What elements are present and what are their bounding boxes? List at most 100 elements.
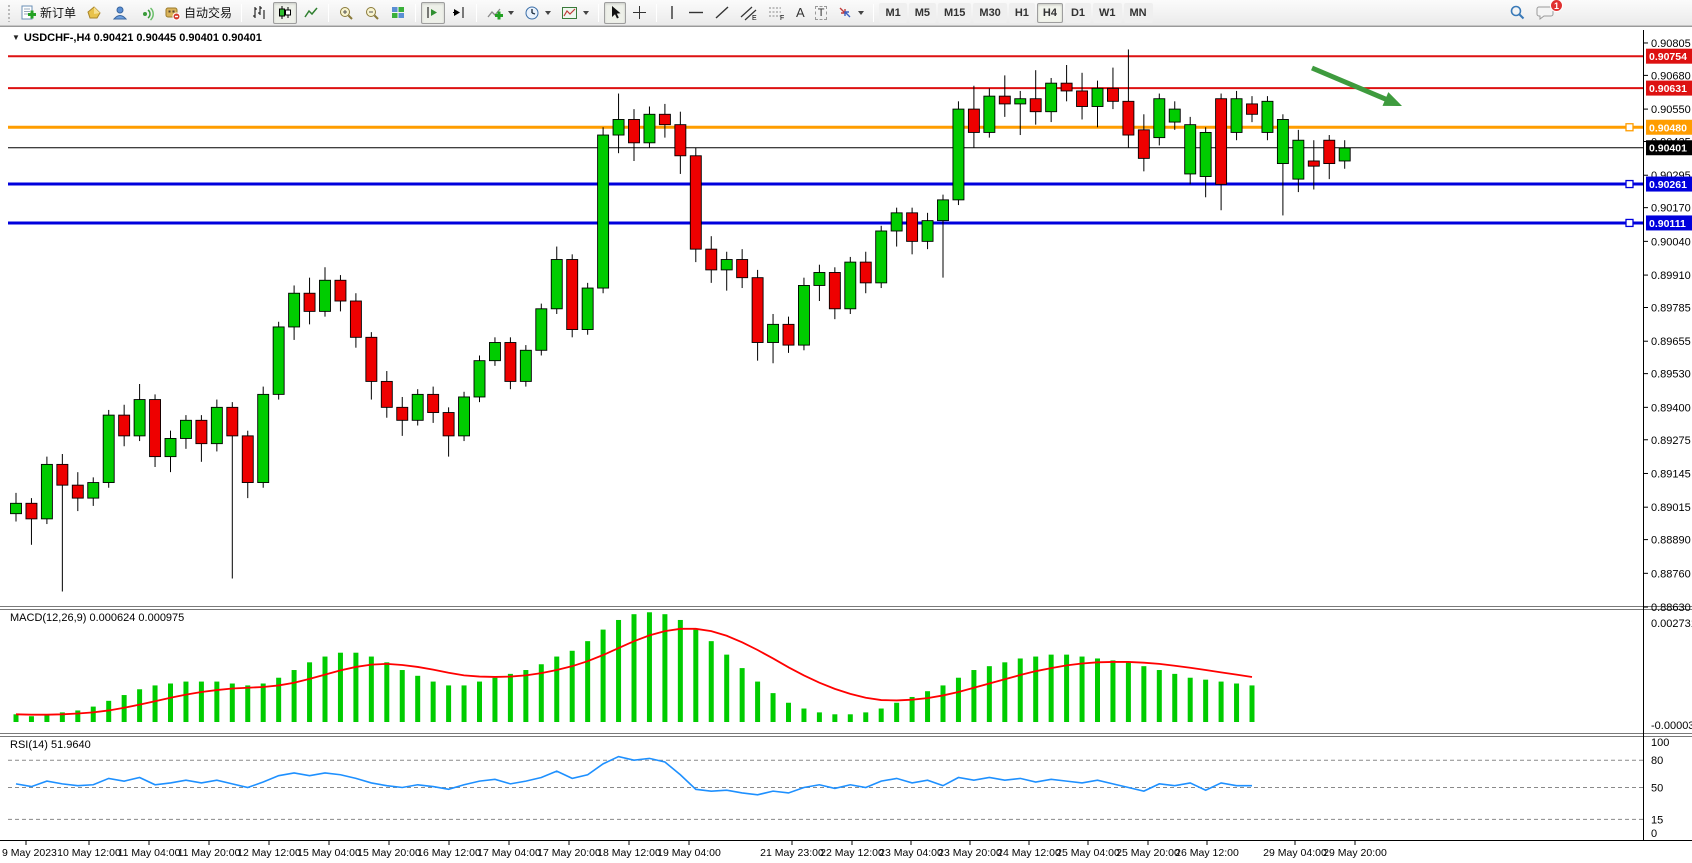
toolbar: 新订单 自动交易 [0,0,1692,26]
candle [459,397,470,436]
timeframe-button-M5[interactable]: M5 [909,3,936,23]
candle [659,114,670,124]
time-tick-label: 9 May 2023 [2,847,57,859]
fibonacci-tool-button[interactable]: F [764,2,790,24]
macd-histogram-bar [1203,680,1208,722]
channel-glyph: E [752,15,757,21]
hline-handle[interactable] [1626,181,1633,188]
candle [1138,130,1149,159]
zoom-out-button[interactable] [360,2,384,24]
candle [1200,132,1211,176]
hline-handle[interactable] [1626,219,1633,226]
macd-histogram-bar [261,684,266,723]
timeframe-button-M1[interactable]: M1 [879,3,906,23]
trendline-tool-button[interactable] [710,2,734,24]
timeframe-button-W1[interactable]: W1 [1093,3,1122,23]
chart-background [0,26,1692,863]
notifications-button[interactable]: 1 [1532,2,1559,24]
macd-histogram-bar [848,714,853,722]
candle [196,420,207,443]
line-chart-icon [303,5,319,20]
macd-histogram-bar [601,630,606,722]
bar-chart-button[interactable] [247,2,271,24]
macd-histogram-bar [1172,674,1177,722]
macd-histogram-bar [771,693,776,722]
candle [598,135,609,288]
macd-histogram-bar [801,709,806,722]
candle [845,262,856,309]
time-tick-label: 11 May 20:00 [178,847,241,859]
timeframe-button-D1[interactable]: D1 [1065,3,1091,23]
macd-histogram-bar [740,668,745,722]
macd-histogram-bar [709,641,714,722]
candle [752,278,763,343]
channel-tool-button[interactable]: E [736,2,762,24]
macd-histogram-bar [292,670,297,722]
periods-button[interactable] [520,2,555,24]
autotrading-button[interactable]: 自动交易 [160,2,236,24]
chart-collapse-arrow[interactable]: ▼ [12,33,20,42]
timeframe-button-M30[interactable]: M30 [973,3,1006,23]
chart-window[interactable]: 0.908050.906800.905500.904250.902950.901… [0,26,1692,863]
chart-shift-button[interactable] [447,2,471,24]
time-tick-label: 26 May 12:00 [1175,847,1239,859]
candle [428,394,439,412]
candle [1046,83,1057,112]
arrows-tool-button[interactable] [833,2,868,24]
macd-histogram-bar [1157,670,1162,722]
search-icon [1508,4,1526,21]
chart-canvas[interactable]: 0.908050.906800.905500.904250.902950.901… [0,26,1692,863]
candle [551,260,562,309]
tile-windows-button[interactable] [386,2,410,24]
timeframe-button-M15[interactable]: M15 [938,3,971,23]
candle [876,231,887,283]
zoom-in-button[interactable] [334,2,358,24]
macd-label: MACD(12,26,9) 0.000624 0.000975 [10,612,184,624]
vertical-line-tool-button[interactable] [662,2,682,24]
timeframe-button-H4[interactable]: H4 [1037,3,1063,23]
timeframe-button-MN[interactable]: MN [1124,3,1153,23]
new-order-button[interactable]: 新订单 [16,2,80,24]
price-tick-label: 0.90805 [1651,38,1691,50]
toolbar-grip [7,4,12,22]
text-tool-button[interactable]: A [792,2,809,24]
rsi-scale-label: 15 [1651,814,1663,826]
candle [1077,91,1088,107]
candlestick-chart-button[interactable] [273,2,297,24]
strategy-tester-button[interactable] [134,2,158,24]
crosshair-tool-button[interactable] [628,2,651,24]
autotrading-label: 自动交易 [184,4,232,21]
cursor-tool-button[interactable] [604,2,626,24]
horizontal-line-tool-button[interactable] [684,2,708,24]
metaeditor-button[interactable] [82,2,106,24]
candle [320,280,331,311]
macd-histogram-bar [14,714,19,722]
macd-histogram-bar [554,657,559,722]
clock-icon [524,5,540,21]
timeframe-button-H1[interactable]: H1 [1009,3,1035,23]
candle [613,119,624,135]
candle [72,485,83,498]
terminal-icon [112,5,128,21]
indicators-button[interactable] [482,2,518,24]
text-label-tool-button[interactable]: T [811,2,832,24]
macd-histogram-bar [353,653,358,722]
time-tick-label: 24 May 12:00 [997,847,1061,859]
hline-handle[interactable] [1626,124,1633,131]
candle [11,503,22,513]
chart-title: ▼USDCHF-,H4 0.90421 0.90445 0.90401 0.90… [12,32,262,44]
candle [1092,88,1103,106]
search-button[interactable] [1504,2,1530,24]
price-tick-label: 0.90170 [1651,203,1691,215]
rsi-scale-label: 100 [1651,737,1669,749]
macd-histogram-bar [632,614,637,722]
terminal-button[interactable] [108,2,132,24]
price-badge-label: 0.90631 [1649,83,1687,95]
candle [304,293,315,311]
auto-scroll-button[interactable] [421,2,445,24]
templates-button[interactable] [557,2,593,24]
candle [443,413,454,436]
candle [134,400,145,436]
candle [273,327,284,394]
line-chart-button[interactable] [299,2,323,24]
